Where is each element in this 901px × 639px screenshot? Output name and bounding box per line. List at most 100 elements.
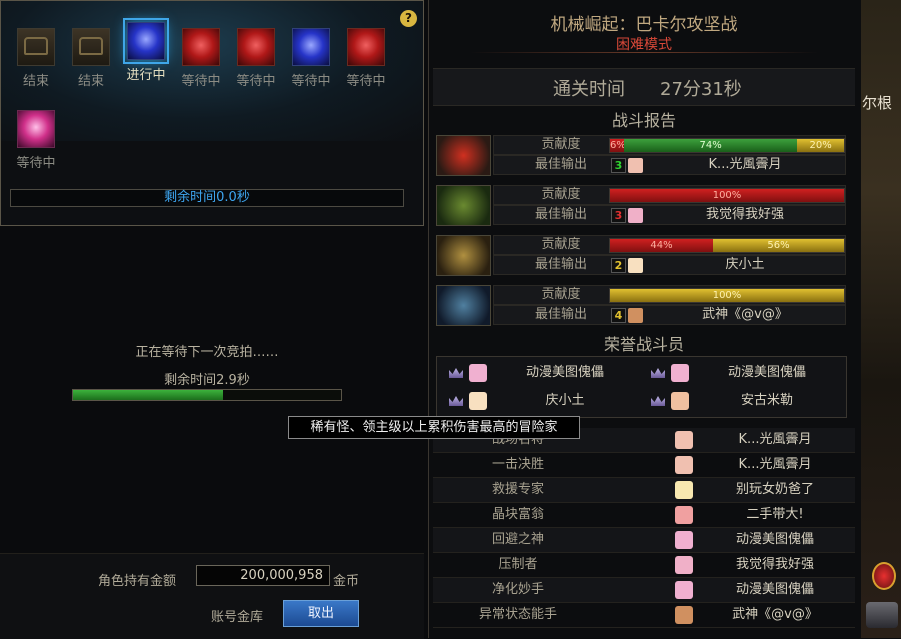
contribution-segment: 56% (712, 239, 844, 252)
contribution-line: 贡献度 100% (493, 185, 846, 205)
alert-icon[interactable] (872, 562, 896, 590)
contribution-line: 贡献度 100% (493, 285, 846, 305)
player-face-icon (675, 431, 693, 449)
best-output-player: 我觉得我好强 (705, 207, 784, 222)
dungeon-title: 机械崛起：巴卡尔攻坚战 (550, 15, 738, 35)
contribution-bar: 100% (609, 188, 845, 203)
honor-member-name: 安古米勒 (740, 393, 793, 408)
award-title: 回避之神 (491, 532, 544, 547)
player-face-icon (671, 364, 689, 382)
player-face-icon (675, 556, 693, 574)
auction-item-status: 等待中 (346, 74, 386, 89)
waiting-progress-bar (72, 389, 342, 401)
auction-item-6[interactable]: 等待中 (283, 28, 339, 89)
honor-member: 动漫美图傀儡 (643, 361, 843, 387)
party-row: 贡献度 44% 56% 最佳输出 2 庆小土 (436, 235, 846, 277)
best-output-line: 最佳输出 4 武神《@v@》 (493, 305, 846, 325)
waiting-remaining-time: 剩余时间2.9秒 (164, 373, 250, 388)
difficulty-label: 困难模式 (616, 37, 672, 53)
player-face-icon (675, 506, 693, 524)
chest-icon (17, 28, 55, 66)
auction-remaining-time: 剩余时间0.0秒 (10, 189, 404, 207)
auction-item-3[interactable]: 进行中 (118, 18, 174, 83)
award-title: 压制者 (498, 557, 538, 572)
blue-warrior-avatar (436, 285, 491, 326)
waiting-progress-fill (73, 390, 224, 400)
award-row[interactable]: 救援专家 别玩女奶爸了 (433, 478, 855, 503)
award-title: 异常状态能手 (478, 607, 557, 622)
gold-warrior-avatar (436, 235, 491, 276)
account-bank-label: 账号金库 (211, 610, 264, 625)
player-face-icon (675, 531, 693, 549)
clear-time-row (433, 68, 855, 106)
award-title: 净化妙手 (491, 582, 544, 597)
auction-item-1[interactable]: 结束 (8, 28, 64, 89)
contribution-bar: 44% 56% (609, 238, 845, 253)
contribution-line: 贡献度 6%74%20% (493, 135, 846, 155)
auction-item-8[interactable]: 等待中 (8, 110, 64, 171)
blue-crystal-icon (123, 18, 169, 64)
award-row[interactable]: 一击决胜 K...光風霽月 (433, 453, 855, 478)
player-face-icon (628, 308, 643, 323)
player-face-icon (628, 208, 643, 223)
player-face-icon (628, 258, 643, 273)
rank-badge: 3 (611, 158, 626, 173)
withdraw-button[interactable]: 取出 (283, 600, 359, 627)
pink-orb-icon (17, 110, 55, 148)
player-face-icon (675, 456, 693, 474)
help-icon[interactable]: ? (400, 10, 417, 27)
auction-item-7[interactable]: 等待中 (338, 28, 394, 89)
best-output-label: 最佳输出 (534, 257, 587, 272)
title-divider (470, 52, 818, 53)
crown-icon (449, 396, 463, 406)
party-row: 贡献度 100% 最佳输出 3 我觉得我好强 (436, 185, 846, 227)
honor-member-name: 动漫美图傀儡 (727, 365, 806, 380)
award-row[interactable]: 晶块富翁 二手带大! (433, 503, 855, 528)
award-title: 救援专家 (491, 482, 544, 497)
player-face-icon (675, 581, 693, 599)
scene-npc-name: 尔根 (862, 94, 893, 112)
best-output-line: 最佳输出 2 庆小土 (493, 255, 846, 275)
gold-unit: 金币 (333, 574, 360, 589)
gold-amount-field[interactable]: 200,000,958 (196, 565, 330, 586)
award-row[interactable]: 压制者 我觉得我好强 (433, 553, 855, 578)
party-row: 贡献度 6%74%20% 最佳输出 3 K...光風霽月 (436, 135, 846, 177)
auction-item-5[interactable]: 等待中 (228, 28, 284, 89)
red-crystal-icon (237, 28, 275, 66)
contribution-segment: 74% (624, 139, 798, 152)
honor-member: 动漫美图傀儡 (441, 361, 641, 387)
player-face-icon (628, 158, 643, 173)
player-face-icon (469, 392, 487, 410)
auction-item-2[interactable]: 结束 (63, 28, 119, 89)
crown-icon (651, 368, 665, 378)
award-player-name: 动漫美图傀儡 (735, 582, 814, 597)
clear-time-label: 通关时间 (553, 79, 625, 100)
rank-badge: 3 (611, 208, 626, 223)
contribution-segment: 44% (610, 239, 713, 252)
red-crystal-icon (347, 28, 385, 66)
award-player-name: 我觉得我好强 (735, 557, 814, 572)
auction-item-status: 等待中 (181, 74, 221, 89)
contribution-segment: 20% (797, 139, 844, 152)
chest-icon (72, 28, 110, 66)
best-output-label: 最佳输出 (534, 207, 587, 222)
award-player-name: 动漫美图傀儡 (735, 532, 814, 547)
award-tooltip: 稀有怪、领主级以上累积伤害最高的冒险家 (288, 416, 580, 439)
contribution-segment: 100% (610, 289, 844, 302)
battle-report-title: 战斗报告 (611, 111, 676, 130)
waiting-status-text: 正在等待下一次竞拍…… (135, 345, 279, 360)
award-row[interactable]: 净化妙手 动漫美图傀儡 (433, 578, 855, 603)
honor-member: 安古米勒 (643, 389, 843, 415)
party-row: 贡献度 100% 最佳输出 4 武神《@v@》 (436, 285, 846, 327)
player-face-icon (675, 606, 693, 624)
auction-item-status: 等待中 (16, 156, 56, 171)
award-player-name: 别玩女奶爸了 (735, 482, 814, 497)
award-title: 一击决胜 (491, 457, 544, 472)
player-face-icon (675, 481, 693, 499)
menu-icon[interactable] (866, 602, 898, 628)
best-output-line: 最佳输出 3 K...光風霽月 (493, 155, 846, 175)
award-row[interactable]: 异常状态能手 武神《@v@》 (433, 603, 855, 628)
award-row[interactable]: 回避之神 动漫美图傀儡 (433, 528, 855, 553)
auction-item-status: 等待中 (291, 74, 331, 89)
auction-item-4[interactable]: 等待中 (173, 28, 229, 89)
